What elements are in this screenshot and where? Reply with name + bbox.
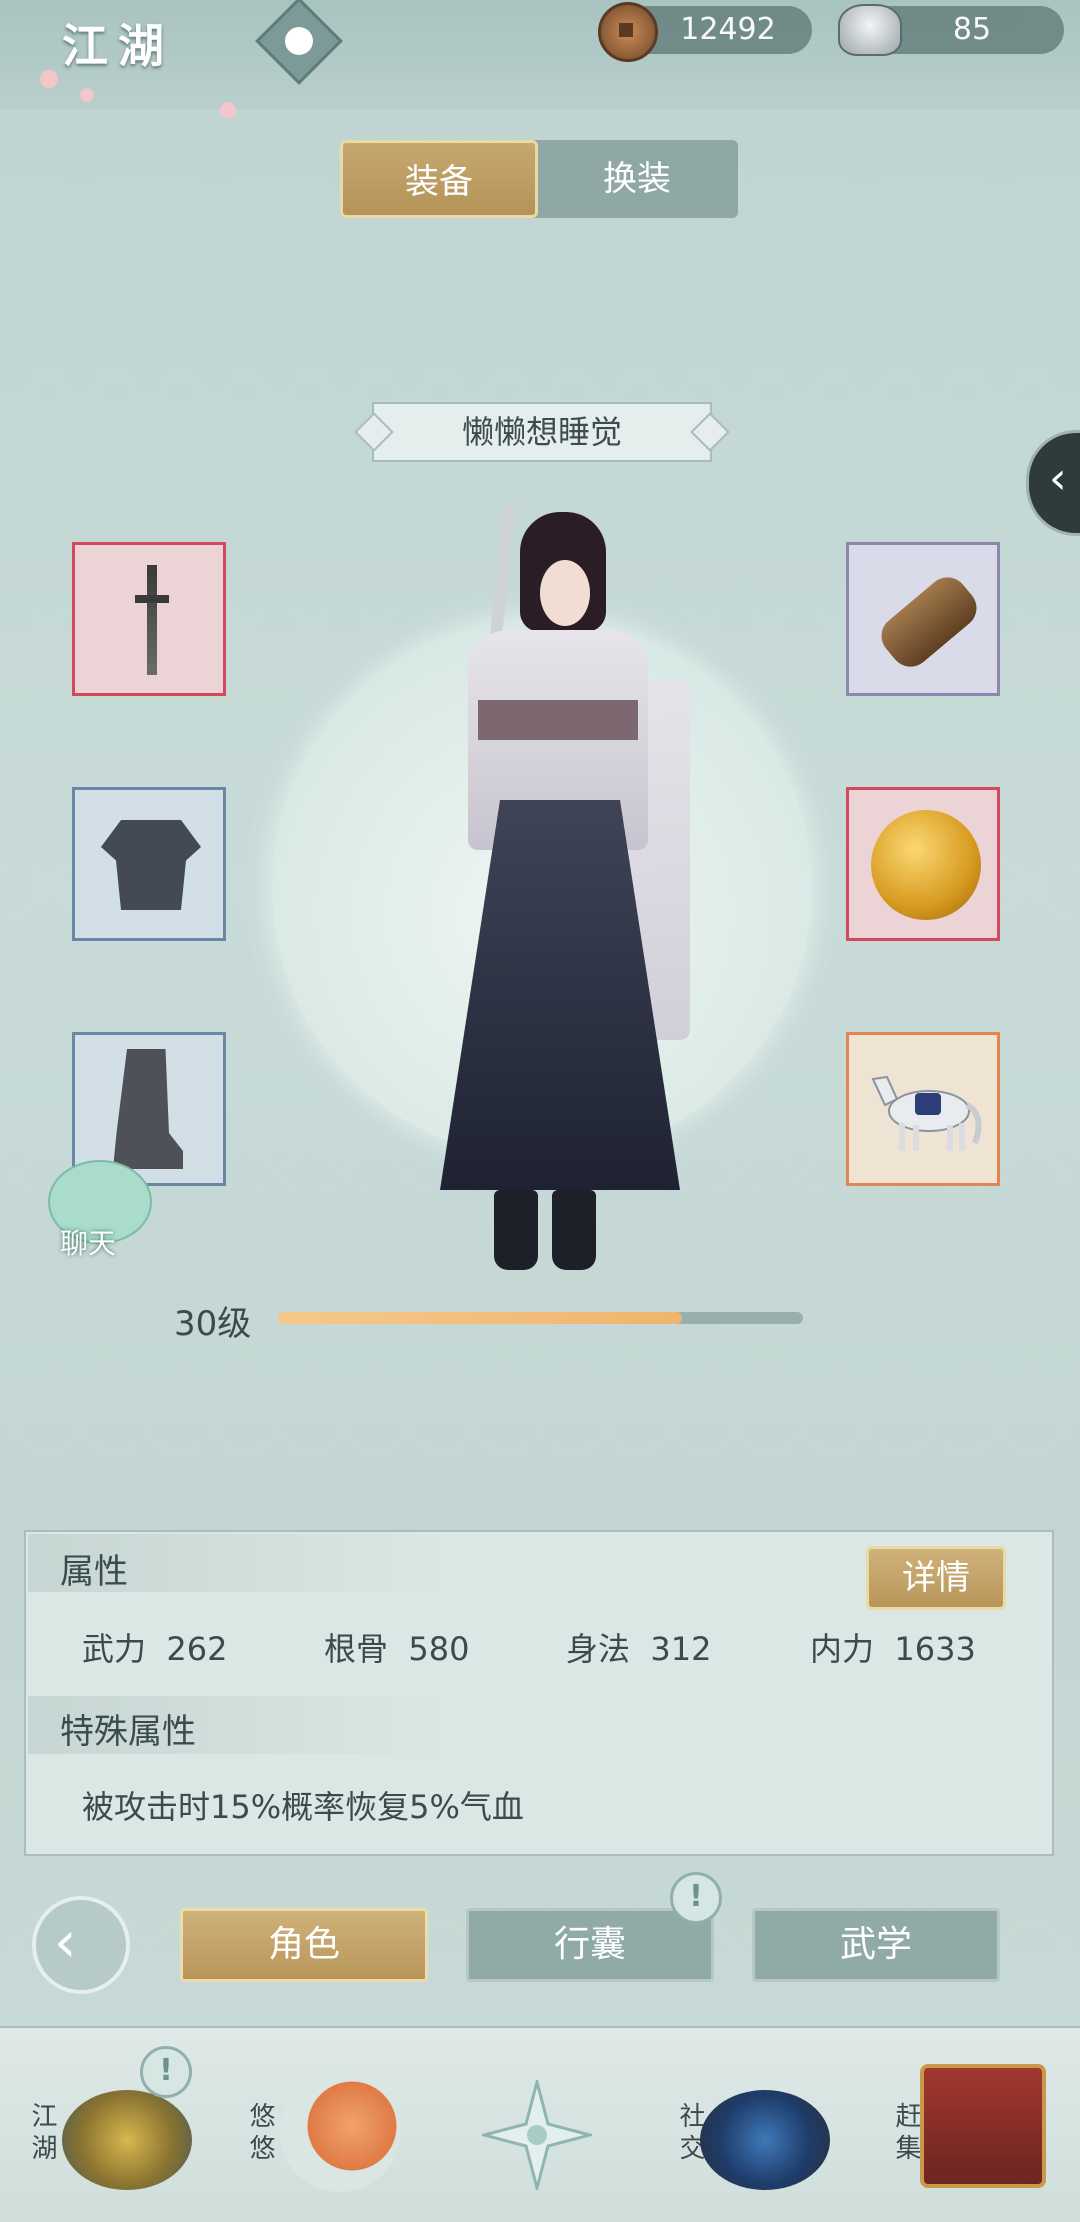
character-boot	[494, 1190, 538, 1270]
stat-name: 根骨	[324, 1630, 389, 1668]
dock-label-youyou: 悠悠	[245, 2102, 275, 2166]
character-sash	[478, 700, 638, 740]
equip-slot-mount[interactable]	[846, 1032, 1000, 1186]
dock-youyou-button[interactable]	[280, 2072, 400, 2192]
stat-agility: 身法 312	[566, 1624, 711, 1670]
details-button[interactable]: 详情	[866, 1546, 1006, 1610]
equipment-tabs: 装备 换装	[340, 140, 738, 218]
stat-value: 312	[650, 1630, 712, 1668]
dock-center-button[interactable]	[478, 2076, 596, 2194]
equip-slot-gem[interactable]	[846, 787, 1000, 941]
tab-equipment[interactable]: 装备	[340, 140, 538, 218]
back-button[interactable]: ‹	[32, 1896, 130, 1994]
side-panel-toggle[interactable]: ‹	[1026, 430, 1080, 536]
stat-inner-power: 内力 1633	[810, 1624, 976, 1670]
silver-value: 85	[952, 12, 992, 47]
special-attribute-text: 被攻击时15%概率恢复5%气血	[82, 1788, 524, 1826]
dock-social-button[interactable]	[700, 2090, 830, 2190]
dock-label-jianghu: 江湖	[27, 2102, 57, 2166]
chevron-left-icon: ‹	[1049, 453, 1067, 504]
equip-slot-armor[interactable]	[72, 787, 226, 941]
silver-ingot-icon	[838, 4, 902, 56]
nav-tab-character[interactable]: 角色	[180, 1908, 428, 1982]
stat-name: 内力	[810, 1630, 875, 1668]
level-label: 30级	[174, 1304, 252, 1344]
stat-value: 1633	[894, 1630, 976, 1668]
level-progress-bar	[278, 1312, 803, 1324]
level-progress-fill	[278, 1312, 683, 1324]
attributes-title: 属性	[60, 1552, 128, 1592]
character-boot	[552, 1190, 596, 1270]
equip-slot-weapon[interactable]	[72, 542, 226, 696]
stat-martial-power: 武力 262	[82, 1624, 227, 1670]
stat-name: 身法	[566, 1630, 631, 1668]
location-icon	[285, 27, 313, 55]
boot-icon	[113, 1049, 183, 1169]
horse-icon	[871, 1075, 982, 1151]
alert-icon: !	[140, 2046, 192, 2098]
region-title: 江湖	[62, 19, 174, 73]
stat-value: 262	[166, 1630, 228, 1668]
chat-label[interactable]: 聊天	[60, 1222, 116, 1262]
special-attributes-title: 特殊属性	[60, 1712, 196, 1752]
blossom-decoration	[80, 88, 94, 102]
star-compass-icon	[478, 2076, 596, 2194]
nav-tab-martial-arts[interactable]: 武学	[752, 1908, 1000, 1982]
dock-market-button[interactable]	[920, 2064, 1046, 2188]
stat-name: 武力	[82, 1630, 147, 1668]
back-arrow-icon: ‹	[54, 1910, 77, 1975]
sword-guard	[135, 595, 169, 603]
copper-coin-icon	[598, 2, 658, 62]
copper-coin-value: 12492	[680, 12, 776, 47]
stat-value: 580	[408, 1630, 470, 1668]
equip-slot-accessory[interactable]	[846, 542, 1000, 696]
nav-tab-bag[interactable]: 行囊	[466, 1908, 714, 1982]
sword-icon	[147, 565, 157, 675]
character-face	[540, 560, 590, 626]
stat-constitution: 根骨 580	[324, 1624, 469, 1670]
tab-outfit[interactable]: 换装	[538, 140, 736, 218]
character-name: 懒懒想睡觉	[372, 402, 712, 462]
armor-shirt-icon	[101, 820, 201, 910]
scroll-icon	[873, 569, 985, 675]
blossom-decoration	[40, 70, 58, 88]
blossom-decoration	[220, 102, 236, 118]
amber-gem-icon	[871, 810, 981, 920]
alert-icon: !	[670, 1872, 722, 1924]
dock-jianghu-button[interactable]	[62, 2090, 192, 2190]
